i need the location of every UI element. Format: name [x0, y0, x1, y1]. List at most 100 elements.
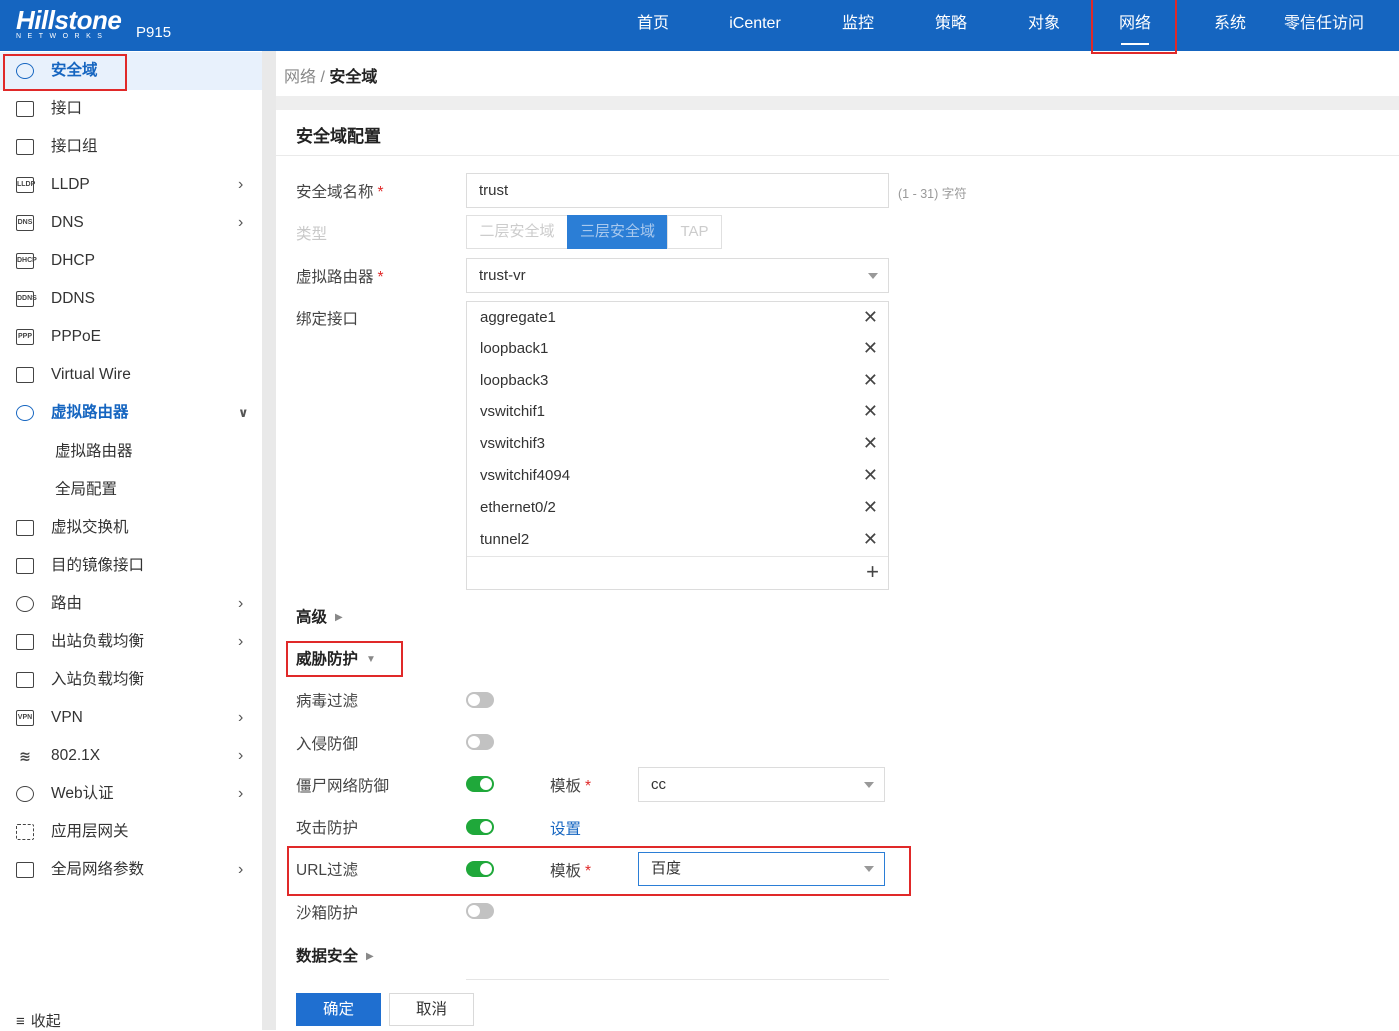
nav-icenter[interactable]: iCenter: [722, 0, 788, 51]
dns-icon: DNS: [16, 215, 34, 231]
botnet-toggle[interactable]: [466, 776, 494, 792]
close-icon[interactable]: ✕: [863, 492, 878, 523]
faded-divider: [466, 979, 889, 980]
zone-name-label: 安全域名称 *: [296, 184, 384, 201]
virus-filter-toggle[interactable]: [466, 692, 494, 708]
pppoe-icon: PPP: [16, 329, 34, 345]
nav-object[interactable]: 对象: [1014, 0, 1074, 51]
chevron-right-icon: ›: [238, 747, 244, 764]
sidebar: 安全域 接口 接口组 LLDP LLDP › DNS DNS › DHCP DH…: [0, 51, 262, 1030]
close-icon[interactable]: ✕: [863, 460, 878, 491]
chevron-down-icon: ∨: [238, 405, 249, 420]
sandbox-toggle[interactable]: [466, 903, 494, 919]
url-filter-toggle[interactable]: [466, 861, 494, 877]
add-interface-row: +: [467, 556, 888, 589]
collapse-label: 收起: [30, 1013, 61, 1030]
virtual-wire-icon: [16, 367, 34, 383]
nav-system[interactable]: 系统: [1200, 0, 1260, 51]
collapse-button[interactable]: ≡ 收起: [16, 1010, 61, 1031]
sidebar-item-vpn[interactable]: VPN VPN ›: [0, 699, 262, 737]
data-security-toggle[interactable]: 数据安全 ▶: [296, 944, 374, 966]
plus-icon[interactable]: +: [866, 559, 879, 585]
sidebar-item-dns[interactable]: DNS DNS ›: [0, 204, 262, 242]
type-option-tap[interactable]: TAP: [667, 215, 722, 249]
sidebar-item-routing[interactable]: 路由 ›: [0, 585, 262, 623]
advanced-section-toggle[interactable]: 高级 ▶: [296, 605, 343, 627]
sidebar-item-8021x[interactable]: ≋ 802.1X ›: [0, 737, 262, 775]
sidebar-item-label: 接口: [51, 100, 83, 117]
list-item: vswitchif3 ✕: [467, 428, 888, 459]
logo-text: Hillstone: [16, 5, 122, 35]
sidebar-item-interface[interactable]: 接口: [0, 90, 262, 128]
sidebar-item-label: 应用层网关: [51, 823, 129, 840]
sidebar-item-web-auth[interactable]: Web认证 ›: [0, 775, 262, 813]
sidebar-item-label: DHCP: [51, 252, 95, 269]
type-option-layer3[interactable]: 三层安全域: [567, 215, 668, 249]
sidebar-item-lldp[interactable]: LLDP LLDP ›: [0, 166, 262, 204]
dhcp-icon: DHCP: [16, 253, 37, 269]
chevron-right-icon: ›: [238, 176, 244, 193]
sidebar-subitem-virtual-router[interactable]: 虚拟路由器: [0, 433, 262, 471]
caret-right-icon: ▶: [366, 951, 374, 963]
sidebar-item-label: 目的镜像接口: [51, 557, 145, 574]
lldp-icon: LLDP: [16, 177, 35, 193]
sidebar-item-virtual-router[interactable]: 虚拟路由器 ∨: [0, 394, 262, 432]
breadcrumb-parent[interactable]: 网络: [284, 69, 316, 86]
sidebar-item-pppoe[interactable]: PPP PPPoE: [0, 318, 262, 356]
close-icon[interactable]: ✕: [863, 302, 878, 333]
bind-interface-label: 绑定接口: [296, 311, 359, 328]
sidebar-item-label: 入站负载均衡: [51, 671, 145, 688]
threat-protection-toggle[interactable]: 威胁防护 ▼: [296, 647, 376, 669]
ips-toggle[interactable]: [466, 734, 494, 750]
sidebar-item-global-params[interactable]: 全局网络参数 ›: [0, 851, 262, 889]
interface-icon: [16, 101, 34, 117]
sidebar-divider: [262, 51, 276, 1030]
nav-home[interactable]: 首页: [622, 0, 684, 51]
cancel-button[interactable]: 取消: [389, 993, 474, 1026]
botnet-template-select[interactable]: cc: [638, 767, 885, 802]
sidebar-subitem-global-config[interactable]: 全局配置: [0, 471, 262, 509]
sidebar-item-interface-group[interactable]: 接口组: [0, 128, 262, 166]
virtual-router-select[interactable]: trust-vr: [466, 258, 889, 293]
sidebar-item-security-zone[interactable]: 安全域: [0, 52, 262, 90]
nav-zero-trust[interactable]: 零信任访问: [1280, 0, 1368, 51]
list-item: aggregate1 ✕: [467, 302, 888, 333]
sidebar-item-dhcp[interactable]: DHCP DHCP: [0, 242, 262, 280]
sidebar-item-mirror-interface[interactable]: 目的镜像接口: [0, 547, 262, 585]
sidebar-item-virtual-wire[interactable]: Virtual Wire: [0, 356, 262, 394]
close-icon[interactable]: ✕: [863, 333, 878, 364]
caret-down-icon: ▼: [366, 654, 376, 666]
close-icon[interactable]: ✕: [863, 524, 878, 555]
close-icon[interactable]: ✕: [863, 396, 878, 427]
sidebar-item-outbound-lb[interactable]: 出站负载均衡 ›: [0, 623, 262, 661]
shield-icon: [16, 63, 34, 79]
chevron-right-icon: ›: [238, 861, 244, 878]
zone-name-input[interactable]: trust: [466, 173, 889, 208]
sidebar-item-ddns[interactable]: DDNS DDNS: [0, 280, 262, 318]
type-option-layer2[interactable]: 二层安全域: [466, 215, 568, 249]
url-template-label: 模板 *: [550, 863, 592, 880]
ok-button[interactable]: 确定: [296, 993, 381, 1026]
sidebar-item-label: LLDP: [51, 176, 90, 193]
attack-settings-link[interactable]: 设置: [550, 817, 581, 839]
nav-network[interactable]: 网络: [1093, 0, 1177, 51]
sidebar-item-virtual-switch[interactable]: 虚拟交换机: [0, 509, 262, 547]
nav-monitor[interactable]: 监控: [828, 0, 888, 51]
logo-subtext: NETWORKS: [16, 33, 109, 40]
url-template-select[interactable]: 百度: [638, 852, 885, 886]
route-icon: [16, 596, 34, 612]
sidebar-item-label: 802.1X: [51, 747, 101, 764]
close-icon[interactable]: ✕: [863, 428, 878, 459]
nav-policy[interactable]: 策略: [921, 0, 981, 51]
close-icon[interactable]: ✕: [863, 365, 878, 396]
sidebar-item-label: Web认证: [51, 785, 114, 802]
vpn-icon: VPN: [16, 710, 34, 726]
sidebar-item-label: 全局网络参数: [51, 861, 145, 878]
list-item: tunnel2 ✕: [467, 524, 888, 555]
attack-protection-toggle[interactable]: [466, 819, 494, 835]
inbound-lb-icon: [16, 672, 34, 688]
sidebar-item-inbound-lb[interactable]: 入站负载均衡: [0, 661, 262, 699]
sidebar-item-alg[interactable]: 应用层网关: [0, 813, 262, 851]
sidebar-item-label: PPPoE: [51, 328, 101, 345]
global-params-icon: [16, 862, 34, 878]
